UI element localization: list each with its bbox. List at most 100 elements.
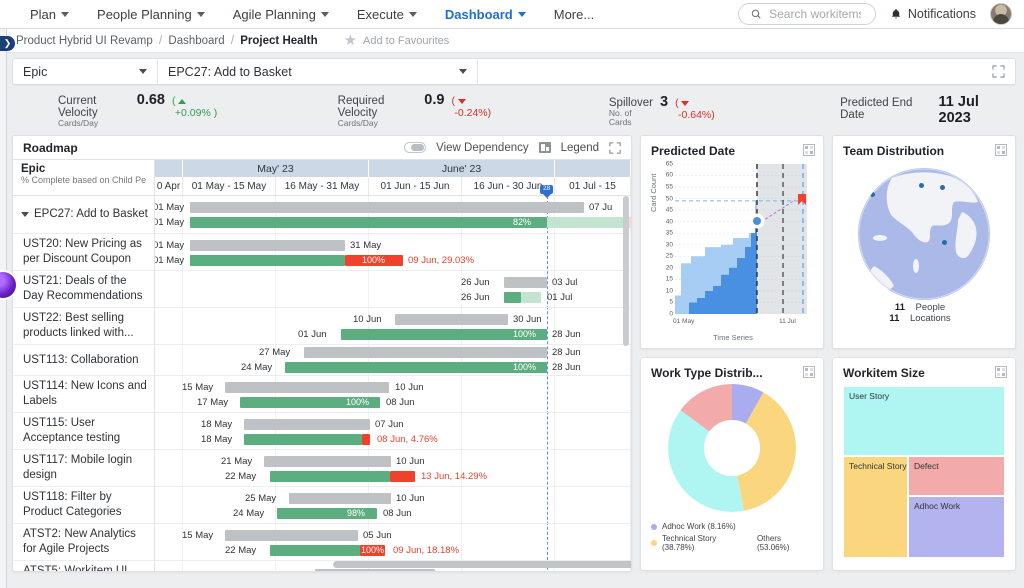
gantt-bar-end-date: 28 Jun bbox=[552, 362, 581, 373]
gantt-row[interactable]: 26 Jun 03 Jul 26 Jun 01 Jul bbox=[155, 271, 631, 308]
gantt-progress-bar bbox=[190, 255, 345, 266]
gantt-progress-remaining-bar bbox=[547, 217, 623, 228]
predicted-date-chart: Card Count 0 5 10 15 20 25 30 35 40 45 5… bbox=[651, 160, 815, 342]
view-dependency-label: View Dependency bbox=[436, 142, 529, 154]
legend-label[interactable]: Legend bbox=[561, 142, 599, 154]
nav-item-people-planning[interactable]: People Planning bbox=[83, 0, 219, 29]
treemap-cell-technical-story[interactable]: Technical Story bbox=[843, 456, 908, 558]
gantt-row-label[interactable]: ATST5: Workitem UI bbox=[13, 561, 154, 572]
gantt-row[interactable]: 15 May 10 Jun 17 May 100% 08 Jun bbox=[155, 376, 631, 413]
gantt-bar-end-date: 10 Jun bbox=[396, 456, 425, 467]
nav-item-more[interactable]: More... bbox=[540, 0, 608, 29]
avatar[interactable] bbox=[990, 3, 1012, 25]
treemap-label: Adhoc Work bbox=[914, 501, 960, 511]
nav-item-agile-planning[interactable]: Agile Planning bbox=[219, 0, 343, 29]
gantt-bar-start-date: 18 May bbox=[201, 419, 232, 430]
widgets-row-top: Predicted Date Card Count 0 bbox=[640, 135, 1016, 349]
gantt-row[interactable]: 25 May 10 Jun 24 May 98% 08 Jun bbox=[155, 487, 631, 524]
gantt-bar-start-date: 26 Jun bbox=[461, 292, 490, 303]
legend-item[interactable]: Technical Story (38.78%) Others (53.06%) bbox=[651, 534, 813, 552]
view-dependency-toggle[interactable] bbox=[404, 142, 426, 153]
gantt-row[interactable]: 18 May 07 Jun 18 May 08 Jun, 4.76% bbox=[155, 413, 631, 450]
gantt-row-label[interactable]: UST117: Mobile login design bbox=[13, 450, 154, 487]
panel-options-icon[interactable] bbox=[803, 144, 815, 156]
triangle-down-icon bbox=[681, 101, 689, 106]
gantt-bar-start-date: 01 May bbox=[155, 240, 184, 251]
breadcrumb-section[interactable]: Dashboard bbox=[168, 35, 224, 47]
gantt-month-cell: May' 23 bbox=[183, 160, 369, 177]
gantt-row[interactable]: 01 May 07 Ju 01 May 82% bbox=[155, 196, 631, 234]
team-distribution-title: Team Distribution bbox=[843, 144, 1005, 158]
nav-item-execute[interactable]: Execute bbox=[343, 0, 431, 29]
gantt-row-label[interactable]: UST22: Best selling products linked with… bbox=[13, 308, 154, 345]
search-input[interactable] bbox=[767, 6, 863, 22]
legend-swatch-adhoc-work bbox=[651, 524, 657, 530]
gantt-row-label-epic[interactable]: EPC27: Add to Basket bbox=[13, 196, 154, 234]
nav-item-dashboard[interactable]: Dashboard bbox=[431, 0, 540, 29]
gantt-month-header: May' 23 June' 23 bbox=[155, 159, 631, 177]
x-tick: 01 May bbox=[673, 318, 694, 325]
panel-options-icon[interactable] bbox=[995, 366, 1007, 378]
add-to-favourites-button[interactable]: ★ Add to Favourites bbox=[344, 33, 450, 48]
treemap-cell-user-story[interactable]: User Story bbox=[843, 386, 1005, 456]
gantt-horizontal-scrollbar[interactable] bbox=[163, 561, 623, 568]
breadcrumb-current: Project Health bbox=[240, 35, 317, 47]
nav-label: Plan bbox=[30, 7, 56, 22]
legend-label-others: Others (53.06%) bbox=[757, 534, 813, 552]
chevron-down-icon bbox=[459, 69, 467, 74]
gantt-row[interactable]: 15 May 05 Jun 22 May 100% 09 Jun, 18.18% bbox=[155, 524, 631, 561]
workitem-select[interactable]: EPC27: Add to Basket bbox=[158, 58, 478, 85]
gantt-bar-start-date: 26 Jun bbox=[461, 277, 490, 288]
legend-icon[interactable] bbox=[539, 142, 551, 153]
work-type-title: Work Type Distrib... bbox=[651, 366, 813, 380]
gantt-row[interactable]: 21 May 10 Jun 22 May 13 Jun, 14.29% bbox=[155, 450, 631, 487]
gantt-row-label[interactable]: UST20: New Pricing as per Discount Coupo… bbox=[13, 234, 154, 271]
collapse-triangle-icon[interactable] bbox=[21, 212, 29, 217]
gantt-row[interactable]: 10 Jun 30 Jun 01 Jun 100% 28 Jun bbox=[155, 308, 631, 345]
gantt-overdue-note: 09 Jun, 29.03% bbox=[408, 255, 474, 266]
gantt-row-label[interactable]: UST114: New Icons and Labels bbox=[13, 376, 154, 413]
workitem-type-select[interactable]: Epic bbox=[13, 58, 158, 85]
gantt-column-header: Epic % Complete based on Child Perc... bbox=[13, 159, 154, 196]
gantt-progress-bar bbox=[270, 471, 390, 482]
treemap-cell-adhoc-work[interactable]: Adhoc Work bbox=[908, 496, 1005, 558]
legend-label: Adhoc Work (8.16%) bbox=[662, 522, 736, 531]
gantt-plan-bar bbox=[190, 202, 584, 213]
gantt-row-label[interactable]: UST115: User Acceptance testing bbox=[13, 413, 154, 450]
gantt-vertical-scrollbar[interactable] bbox=[623, 196, 629, 557]
gantt-bar-start-date: 01 Jun bbox=[298, 329, 327, 340]
fullscreen-icon[interactable] bbox=[992, 65, 1005, 78]
y-tick: 5 bbox=[669, 299, 673, 306]
panel-options-icon[interactable] bbox=[803, 366, 815, 378]
treemap-cell-defect[interactable]: Defect bbox=[908, 456, 1005, 496]
widgets-row-bottom: Work Type Distrib... bbox=[640, 357, 1016, 571]
panel-options-icon[interactable] bbox=[995, 144, 1007, 156]
gantt-row[interactable]: 27 May 28 Jun 24 May 100% 28 Jun bbox=[155, 345, 631, 376]
gantt-bar-start-date: 25 May bbox=[245, 493, 276, 504]
fullscreen-icon[interactable] bbox=[609, 142, 621, 154]
search-workitems-box[interactable] bbox=[738, 3, 876, 25]
location-pin bbox=[919, 183, 924, 188]
breadcrumb-root[interactable]: Product Hybrid UI Revamp bbox=[16, 35, 153, 47]
gantt-row-label[interactable]: UST21: Deals of the Day Recommendations bbox=[13, 271, 154, 308]
gantt-row-label[interactable]: UST118: Filter by Product Categories bbox=[13, 487, 154, 524]
nav-item-plan[interactable]: Plan bbox=[16, 0, 83, 29]
legend-item[interactable]: Adhoc Work (8.16%) bbox=[651, 522, 813, 531]
gantt-progress-pct: 100% bbox=[346, 397, 369, 408]
metric-unit: Cards/Day bbox=[338, 119, 418, 128]
metric-label: Predicted End Date bbox=[840, 97, 930, 121]
gantt-row-label[interactable]: UST113: Collaboration bbox=[13, 345, 154, 376]
gantt-bar-end-date: 08 Jun bbox=[386, 397, 415, 408]
gantt-row-label[interactable]: ATST2: New Analytics for Agile Projects bbox=[13, 524, 154, 561]
gantt-period-cell: 0 Apr bbox=[155, 177, 183, 195]
notifications-button[interactable]: Notifications bbox=[890, 7, 976, 21]
y-tick: 30 bbox=[666, 241, 673, 248]
gantt-progress-pct: 100% bbox=[513, 362, 536, 373]
gantt-bar-end-date: 01 Jul bbox=[547, 292, 572, 303]
gantt-period-cell: 01 Jul - 15 bbox=[555, 177, 631, 195]
metric-label: Required Velocity bbox=[338, 95, 418, 119]
predicted-date-svg bbox=[675, 164, 807, 314]
gantt-column-title: Epic bbox=[21, 163, 146, 175]
sidebar-expand-button[interactable]: ❯ bbox=[0, 36, 15, 51]
gantt-row[interactable]: 01 May 31 May 01 May 100% 09 Jun, 29.03% bbox=[155, 234, 631, 271]
